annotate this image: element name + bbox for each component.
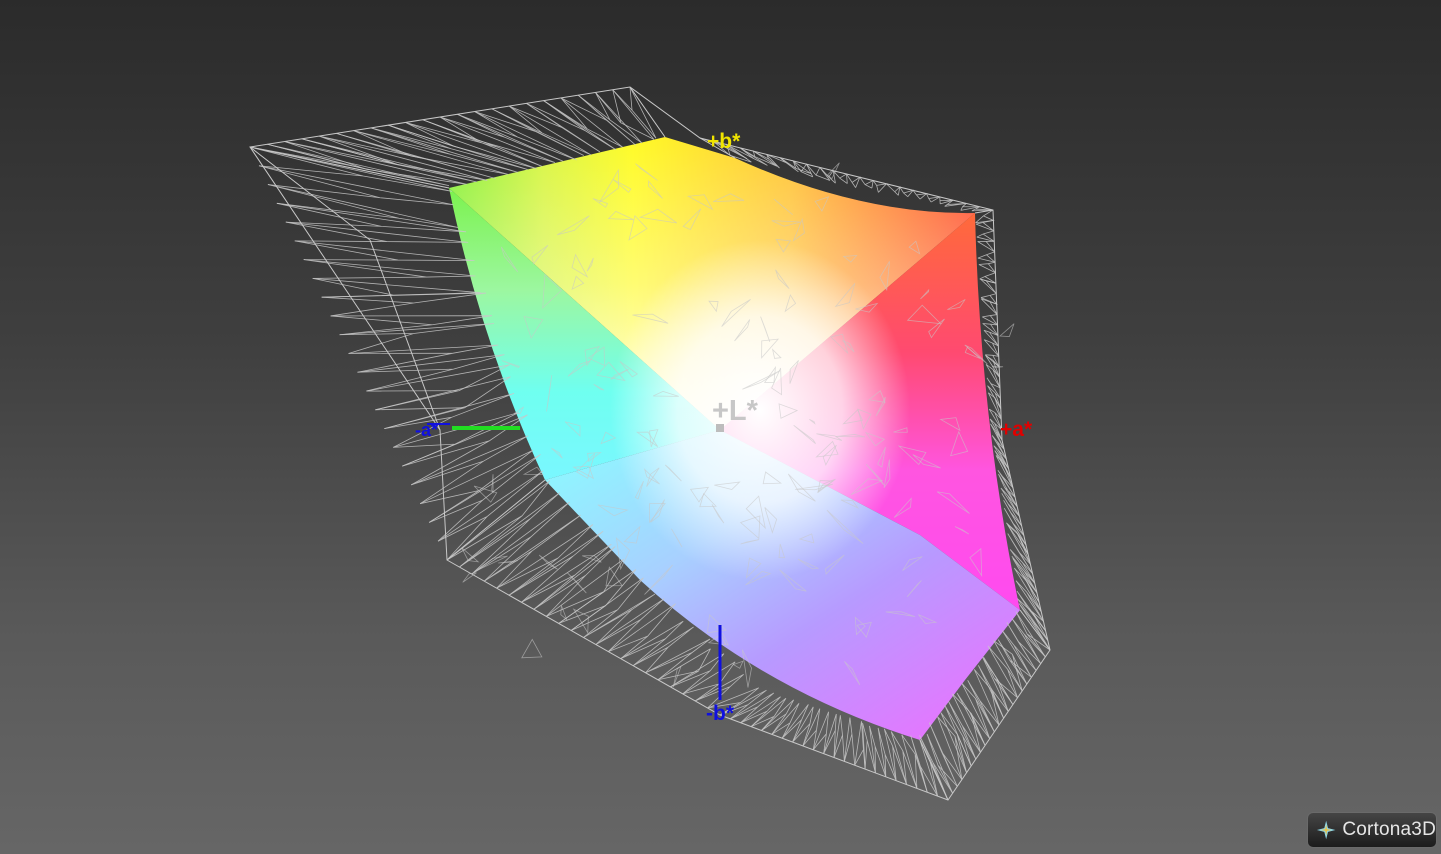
wireframe-mesh-segment [393, 412, 519, 467]
wireframe-mesh-segment [249, 146, 453, 192]
wireframe-mesh-segment [983, 339, 1000, 357]
wireframe-mesh-segment [538, 554, 558, 570]
minus-a-axis-label: -a* [415, 420, 438, 440]
gamut-solid-volume [449, 137, 1020, 740]
wireframe-mesh-segment [595, 89, 655, 140]
wireframe-mesh-segment [1003, 507, 1027, 546]
plus-b-axis-label: +b* [707, 130, 741, 153]
wireframe-mesh-segment [998, 473, 1018, 508]
wireframe-mesh-segment [533, 546, 616, 617]
wireframe-mesh-segment [437, 470, 544, 561]
wireframe-mesh-segment [491, 474, 494, 494]
wireframe-mesh-segment [1011, 618, 1046, 664]
gamut-white-point-glow [610, 240, 910, 580]
wireframe-mesh-segment [645, 638, 711, 681]
wireframe-mesh-segment [823, 713, 837, 758]
wireframe-mesh-segment [419, 449, 534, 523]
wireframe-mesh-segment [978, 261, 996, 274]
wireframe-mesh-segment [353, 127, 518, 173]
wireframe-mesh-segment [411, 435, 529, 505]
wireframe-mesh-segment [843, 717, 856, 766]
wireframe-mesh-segment [980, 278, 997, 294]
wireframe-mesh-segment [1007, 524, 1031, 565]
plus-l-axis-label: +L* [712, 395, 759, 427]
wireframe-mesh-segment [348, 344, 499, 373]
minus-b-axis-label: -b* [706, 702, 735, 725]
wireframe-mesh-segment [521, 638, 543, 659]
gamut-3d-viewport[interactable]: +b* -b* +a* -a* +L* [0, 0, 1441, 854]
wireframe-mesh-segment [521, 543, 612, 610]
wireframe-mesh-segment [992, 365, 1004, 369]
wireframe-mesh-segment [384, 393, 515, 448]
wireframe-mesh-segment [577, 92, 643, 144]
wireframe-mesh-segment [583, 593, 656, 645]
wireframe-mesh-segment [339, 323, 495, 354]
cortona3d-brand-text: Cortona3D [1342, 819, 1436, 840]
wireframe-mesh-segment [779, 157, 812, 175]
wireframe-mesh-segment [294, 240, 475, 262]
wireframe-mesh-segment [976, 230, 995, 242]
wireframe-mesh-segment [977, 240, 995, 253]
wireframe-mesh-segment [303, 259, 476, 279]
wireframe-mesh-segment [357, 354, 505, 392]
wireframe-mesh-segment [605, 566, 623, 587]
plus-a-axis-label: +a* [1000, 418, 1033, 441]
wireframe-mesh-segment [312, 278, 481, 298]
wireframe-mesh-segment [471, 501, 570, 582]
wireframe-mesh-segment [869, 725, 887, 777]
wireframe-mesh-segment [267, 184, 459, 228]
wireframe-mesh-segment [977, 251, 996, 263]
wireframe-mesh-segment [462, 572, 477, 583]
cortona-star-icon [1316, 820, 1336, 840]
wireframe-ridge [629, 86, 666, 138]
wireframe-mesh-segment [998, 323, 1015, 337]
wireframe-mesh-segment [980, 293, 998, 306]
wireframe-mesh-segment [967, 680, 1000, 733]
wireframe-mesh-segment [997, 469, 1016, 498]
wireframe-mesh-segment [939, 196, 954, 205]
wireframe-mesh-segment [781, 704, 809, 743]
cortona3d-logo[interactable]: Cortona3D [1307, 812, 1437, 848]
wireframe-mesh-segment [632, 626, 694, 673]
wireframe-mesh-segment [792, 706, 814, 747]
